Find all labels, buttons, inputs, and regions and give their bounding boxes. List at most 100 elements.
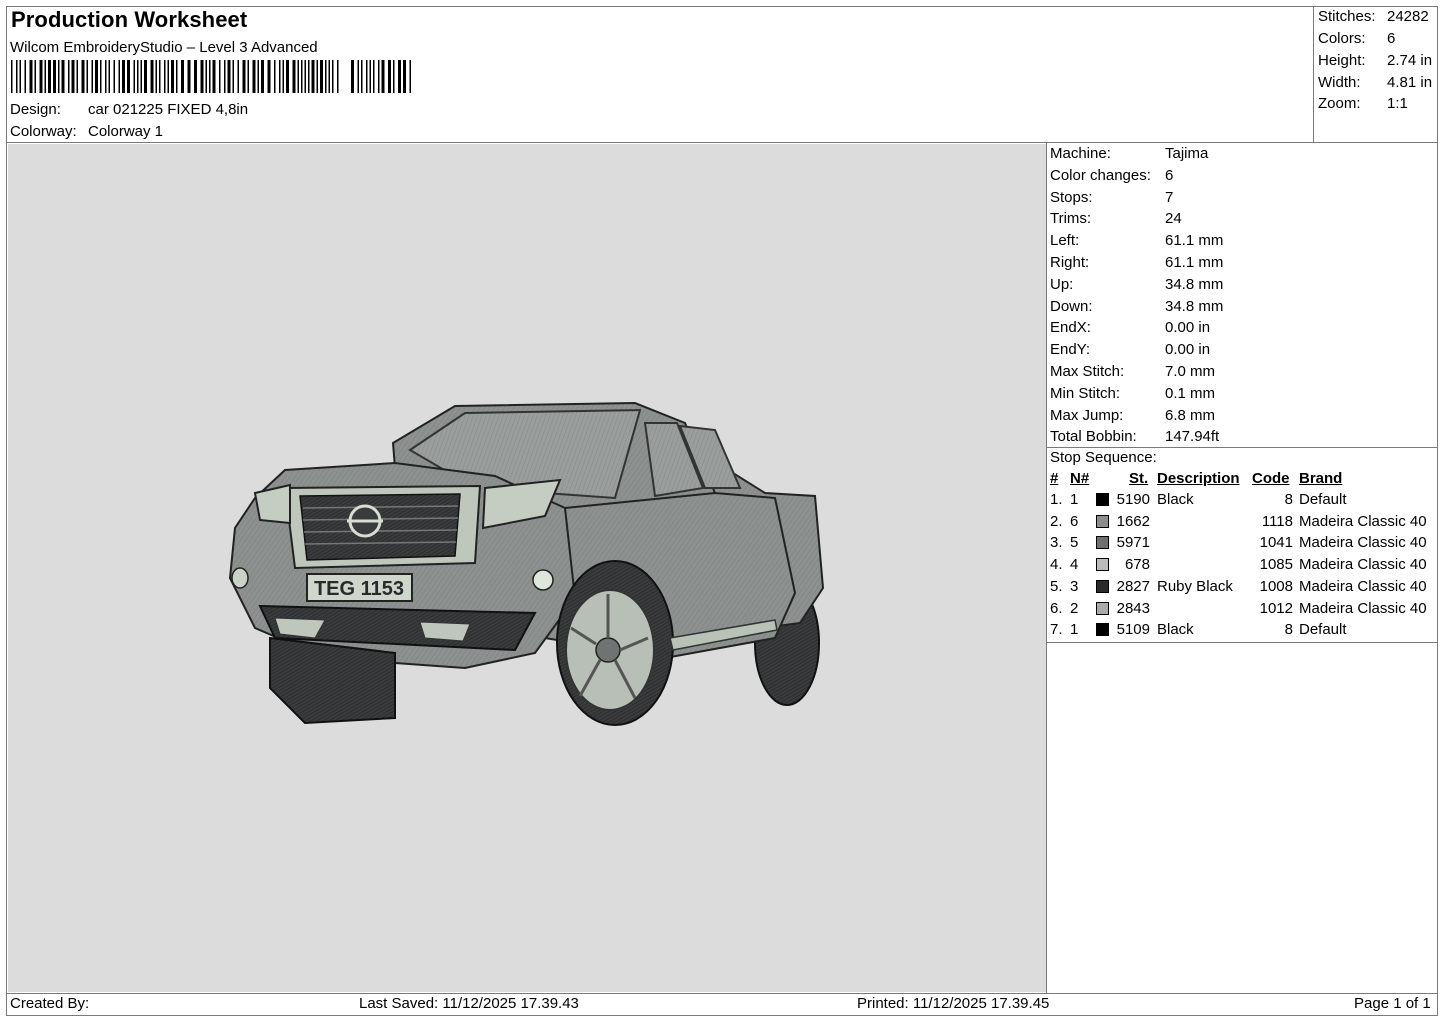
thread-color-swatch <box>1096 601 1109 615</box>
barcode-bar <box>200 60 204 93</box>
machine-info-label: Color changes: <box>1050 166 1151 184</box>
machine-info-value: 7 <box>1165 188 1174 206</box>
barcode-bar <box>381 60 385 93</box>
stop-sequence-title: Stop Sequence: <box>1050 449 1157 466</box>
machine-info-label: Max Stitch: <box>1050 363 1125 380</box>
barcode-bar <box>357 60 359 93</box>
barcode-bar <box>76 60 78 93</box>
barcode-bar <box>205 60 207 93</box>
stop-brand: Madeira Classic 40 <box>1299 556 1427 574</box>
barcode-bar <box>325 60 327 93</box>
stop-n: 4 <box>1070 556 1079 574</box>
barcode-bar <box>232 60 234 93</box>
barcode-bar <box>16 60 18 93</box>
machine-info-label: Max Jump: <box>1050 406 1124 424</box>
barcode-bar <box>361 60 363 93</box>
barcode-bar <box>137 60 139 93</box>
thread-color-swatch <box>1096 536 1109 550</box>
col-header-code: Code <box>1252 470 1290 487</box>
design-name: car 021225 FIXED 4,8in <box>88 101 249 118</box>
barcode-bar <box>337 60 339 93</box>
col-header-description: Description <box>1157 470 1240 487</box>
machine-info-label: Total Bobbin: <box>1050 428 1137 446</box>
stop-stitches: 5109 <box>1116 621 1150 639</box>
stop-brand: Madeira Classic 40 <box>1299 599 1427 617</box>
colorway-name: Colorway 1 <box>88 123 164 140</box>
stop-stitches: 5971 <box>1116 534 1150 552</box>
stop-code: 1118 <box>1261 512 1293 530</box>
barcode-bar <box>176 60 178 93</box>
col-header-num: # <box>1050 470 1059 487</box>
barcode-bar <box>227 60 231 93</box>
last-saved: Last Saved: 11/12/2025 17.39.43 <box>359 995 579 1012</box>
barcode-bar <box>257 60 259 93</box>
design-label: Design: <box>10 101 61 118</box>
barcode-bar <box>100 60 102 93</box>
stop-n: 5 <box>1070 534 1079 552</box>
thread-color-swatch <box>1096 493 1109 506</box>
barcode-bar <box>328 60 330 93</box>
barcode-bar <box>187 60 191 93</box>
printed-date: Printed: 11/12/2025 17.39.45 <box>857 995 1050 1012</box>
stop-n: 1 <box>1070 491 1079 508</box>
barcode-bar <box>398 60 401 93</box>
machine-info-value: 34.8 mm <box>1165 275 1224 293</box>
stop-brand: Madeira Classic 40 <box>1299 534 1427 552</box>
barcode-bar <box>71 60 75 93</box>
barcode-bar <box>44 60 46 93</box>
barcode-bar <box>144 60 147 93</box>
stop-brand: Default <box>1299 491 1347 508</box>
barcode-bar <box>332 60 334 93</box>
machine-info-value: 6 <box>1165 166 1174 184</box>
stop-description: Black <box>1157 621 1194 639</box>
thread-color-swatch <box>1096 579 1109 593</box>
stop-row: 5. 3 2827 Ruby Black 1008 Madeira Classic 40 <box>1049 578 1439 599</box>
barcode-bar <box>393 60 395 93</box>
barcode-bar <box>150 60 154 93</box>
barcode-bar <box>48 60 51 93</box>
machine-info-label: Trims: <box>1050 210 1092 228</box>
barcode-bar <box>304 60 306 93</box>
stop-code: 1041 <box>1259 534 1293 552</box>
stop-num: 3. <box>1050 534 1063 552</box>
stop-num: 1. <box>1050 491 1063 508</box>
barcode-bar <box>308 60 310 93</box>
barcode-bar <box>351 60 354 93</box>
machine-info-value: 147.94ft <box>1165 428 1220 446</box>
stop-code: 8 <box>1284 491 1293 508</box>
barcode-bar <box>194 60 197 93</box>
stop-n: 3 <box>1070 577 1079 595</box>
header-divider <box>6 142 1438 143</box>
barcode-bar <box>24 60 26 93</box>
barcode-bar <box>366 60 368 93</box>
stop-row: 7. 1 5109 Black 8 Default <box>1049 621 1439 642</box>
stop-row: 6. 2 2843 1012 Madeira Classic 40 <box>1049 600 1439 621</box>
barcode-bar <box>219 60 221 93</box>
barcode-bar <box>164 60 166 93</box>
stop-stitches: 5190 <box>1116 491 1150 508</box>
software-name: Wilcom EmbroideryStudio – Level 3 Advanc… <box>10 39 318 56</box>
machine-info-value: 24 <box>1165 210 1182 228</box>
barcode-bar <box>181 60 184 93</box>
col-header-st: St. <box>1129 470 1149 487</box>
stop-row: 4. 4 678 1085 Madeira Classic 40 <box>1049 556 1439 577</box>
machine-info-value: Tajima <box>1165 145 1209 162</box>
barcode-bar <box>159 60 161 93</box>
barcode-bar <box>320 60 323 93</box>
stop-num: 5. <box>1050 577 1063 595</box>
barcode-bar <box>127 60 130 93</box>
barcode-bar <box>378 60 380 93</box>
machine-info-value: 61.1 mm <box>1165 254 1224 271</box>
barcode-bar <box>113 60 115 93</box>
machine-info-label: Left: <box>1050 232 1080 250</box>
barcode-bar <box>403 60 406 93</box>
barcode-bar <box>140 60 142 93</box>
stop-code: 1085 <box>1259 556 1293 574</box>
thread-color-swatch <box>1096 558 1109 572</box>
barcode-bar <box>91 60 93 93</box>
machine-info-value: 6.8 mm <box>1165 406 1216 424</box>
machine-info-value: 0.00 in <box>1165 341 1211 359</box>
barcode-bar <box>105 60 107 93</box>
barcode-bar <box>297 60 299 93</box>
stop-n: 6 <box>1070 512 1079 530</box>
